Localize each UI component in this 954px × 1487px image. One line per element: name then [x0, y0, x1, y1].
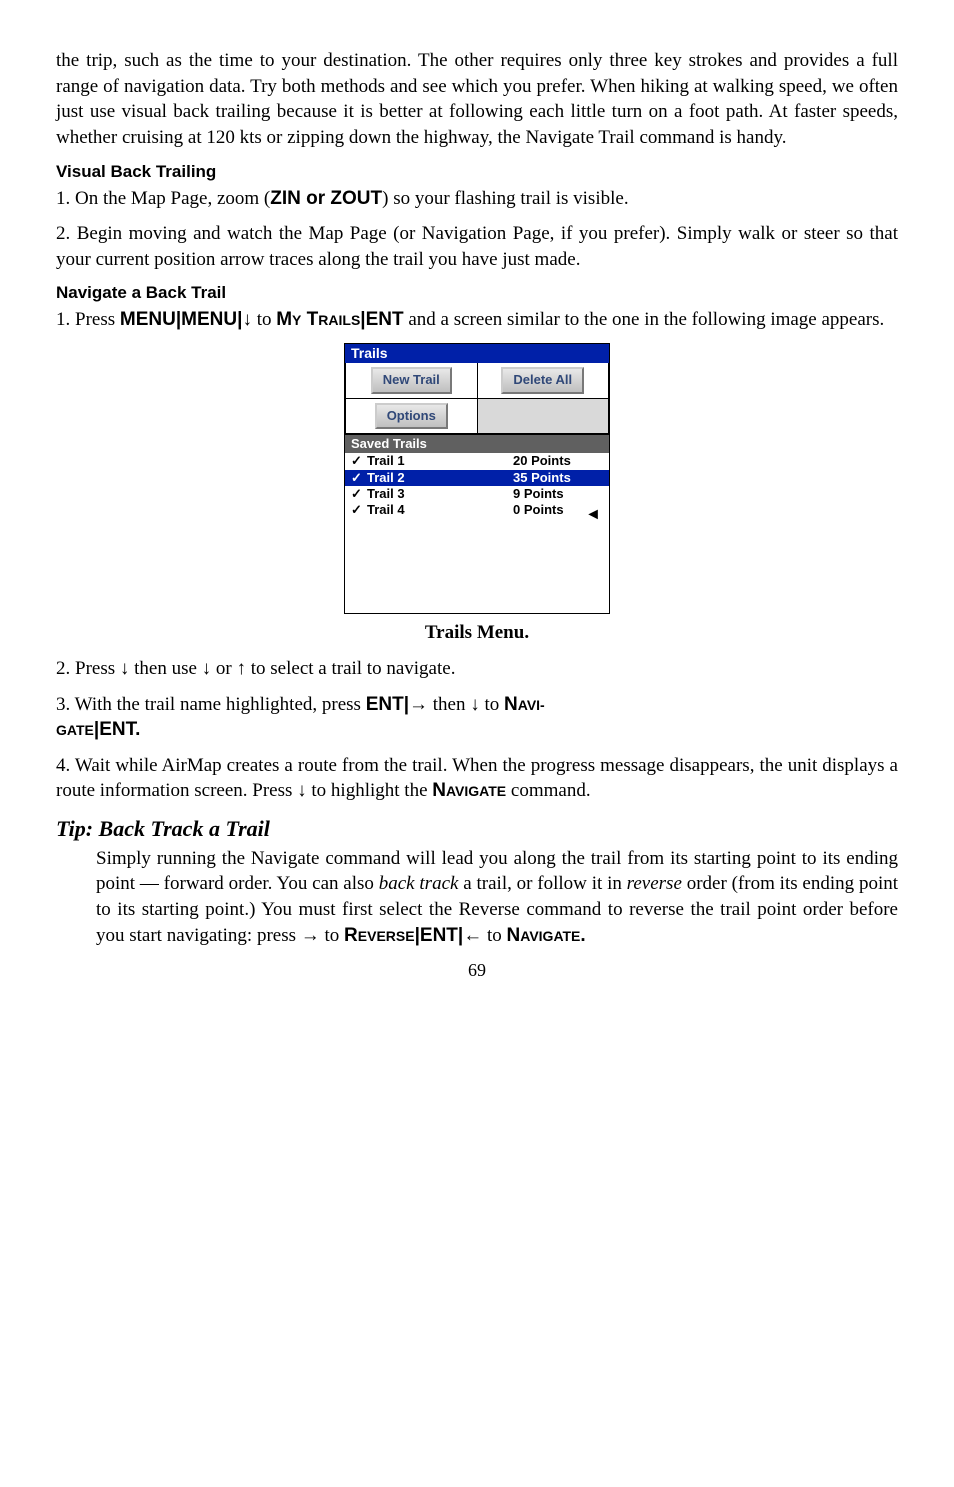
navigate-cap-2: N [507, 925, 521, 946]
check-icon: ✓ [351, 454, 367, 468]
ent-key-4: ENT [420, 925, 458, 946]
tip-heading: Tip: Back Track a Trail [56, 814, 898, 844]
trail-row[interactable]: ✓ Trail 1 20 Points [345, 453, 609, 469]
btn-cell-delete: Delete All [478, 363, 610, 398]
check-icon: ✓ [351, 503, 367, 517]
or-text: or [301, 188, 331, 209]
navi-cap: N [504, 694, 518, 715]
period-2: . [580, 925, 585, 946]
nbt-step1: 1. Press MENU|MENU|↓ to MY TRAILS|ENT an… [56, 307, 898, 333]
right-arrow-2: → [301, 925, 320, 946]
check-icon: ✓ [351, 471, 367, 485]
step2-a: 2. Press [56, 658, 120, 679]
trail-points: 9 Points [513, 487, 603, 501]
delete-all-button[interactable]: Delete All [501, 367, 584, 393]
vbt-step2: 2. Begin moving and watch the Map Page (… [56, 221, 898, 272]
my-rest: Y [292, 312, 301, 328]
step3-a: 3. With the trail name highlighted, pres… [56, 694, 366, 715]
dialog-titlebar: Trails [345, 344, 609, 363]
down-arrow-5: ↓ [297, 780, 307, 801]
trails-rest: RAILS [318, 312, 360, 328]
zin-key: ZIN [270, 188, 301, 209]
step4-c: command. [506, 780, 590, 801]
down-arrow-1: ↓ [242, 309, 252, 330]
trail-row[interactable]: ✓ Trail 4 0 Points [345, 502, 609, 518]
trail-name: Trail 1 [367, 454, 513, 468]
trail-points: 20 Points [513, 454, 603, 468]
heading-visual-back-trailing: Visual Back Trailing [56, 161, 898, 184]
up-arrow-1: ↑ [237, 658, 247, 679]
my-cap: M [276, 309, 292, 330]
step4: 4. Wait while AirMap creates a route fro… [56, 753, 898, 804]
trail-row-selected[interactable]: ✓ Trail 2 35 Points [345, 470, 609, 486]
figure-caption: Trails Menu. [56, 620, 898, 646]
reverse-italic: reverse [627, 873, 682, 894]
trail-name: Trail 3 [367, 487, 513, 501]
down-arrow-4: ↓ [470, 694, 480, 715]
tip-body: Simply running the Navigate command will… [96, 846, 898, 949]
reverse-cap: R [344, 925, 358, 946]
trail-list[interactable]: ✓ Trail 1 20 Points ✓ Trail 2 35 Points … [345, 453, 609, 613]
screenshot-wrapper: Trails New Trail Delete All Options Save… [56, 343, 898, 614]
nbt-step1-a: 1. Press [56, 309, 120, 330]
tip-2: a trail, or follow it in [458, 873, 626, 894]
period-1: . [135, 719, 140, 740]
step4-b: to highlight the [307, 780, 433, 801]
vbt-step1-a: 1. On the Map Page, zoom ( [56, 188, 270, 209]
ent-key-3: ENT [99, 719, 135, 740]
saved-trails-header: Saved Trails [345, 434, 609, 453]
down-arrow-3: ↓ [202, 658, 212, 679]
btn-cell-new: New Trail [345, 363, 478, 398]
zout-key: ZOUT [330, 188, 382, 209]
check-icon: ✓ [351, 487, 367, 501]
step2-d: to select a trail to navigate. [246, 658, 455, 679]
reverse-rest: EVERSE [358, 928, 415, 944]
left-arrow-1: ← [463, 925, 482, 946]
options-button[interactable]: Options [375, 403, 448, 429]
ent-key-1: ENT [366, 309, 404, 330]
btn-cell-options: Options [345, 399, 478, 434]
backtrack-italic: back track [379, 873, 459, 894]
btn-cell-blank [478, 399, 610, 434]
to-1: to [252, 309, 276, 330]
trail-row[interactable]: ✓ Trail 3 9 Points [345, 486, 609, 502]
navigate-cap: N [432, 780, 446, 801]
trail-name: Trail 4 [367, 503, 513, 517]
menu-key-2: MENU [181, 309, 237, 330]
trail-name: Trail 2 [367, 471, 513, 485]
vbt-step1: 1. On the Map Page, zoom (ZIN or ZOUT) s… [56, 186, 898, 212]
navigate-rest: AVIGATE [446, 783, 506, 799]
then-1: then [428, 694, 470, 715]
to-3: to [320, 925, 344, 946]
navigate-rest-2: AVIGATE [520, 928, 580, 944]
button-row-1: New Trail Delete All [345, 363, 609, 398]
trail-points: 35 Points [513, 471, 603, 485]
heading-navigate-back-trail: Navigate a Back Trail [56, 282, 898, 305]
step2: 2. Press ↓ then use ↓ or ↑ to select a t… [56, 656, 898, 682]
to-4: to [482, 925, 506, 946]
page-number: 69 [56, 958, 898, 982]
gate-rest: GATE [56, 722, 94, 738]
step2-b: then use [129, 658, 201, 679]
trails-dialog: Trails New Trail Delete All Options Save… [344, 343, 610, 614]
step3: 3. With the trail name highlighted, pres… [56, 692, 898, 743]
vbt-step1-b: ) so your flashing trail is visible. [382, 188, 628, 209]
button-row-2: Options [345, 399, 609, 434]
cursor-arrow-icon: ◄ [585, 506, 601, 524]
navi-rest: AVI- [518, 697, 545, 713]
ent-key-2: ENT [366, 694, 404, 715]
intro-para: the trip, such as the time to your desti… [56, 48, 898, 151]
new-trail-button[interactable]: New Trail [371, 367, 452, 393]
step2-c: or [211, 658, 236, 679]
menu-key-1: MENU [120, 309, 176, 330]
nbt-step1-b: and a screen similar to the one in the f… [404, 309, 885, 330]
down-arrow-2: ↓ [120, 658, 130, 679]
right-arrow-1: → [409, 694, 428, 715]
to-2: to [480, 694, 504, 715]
trails-cap: T [301, 309, 318, 330]
